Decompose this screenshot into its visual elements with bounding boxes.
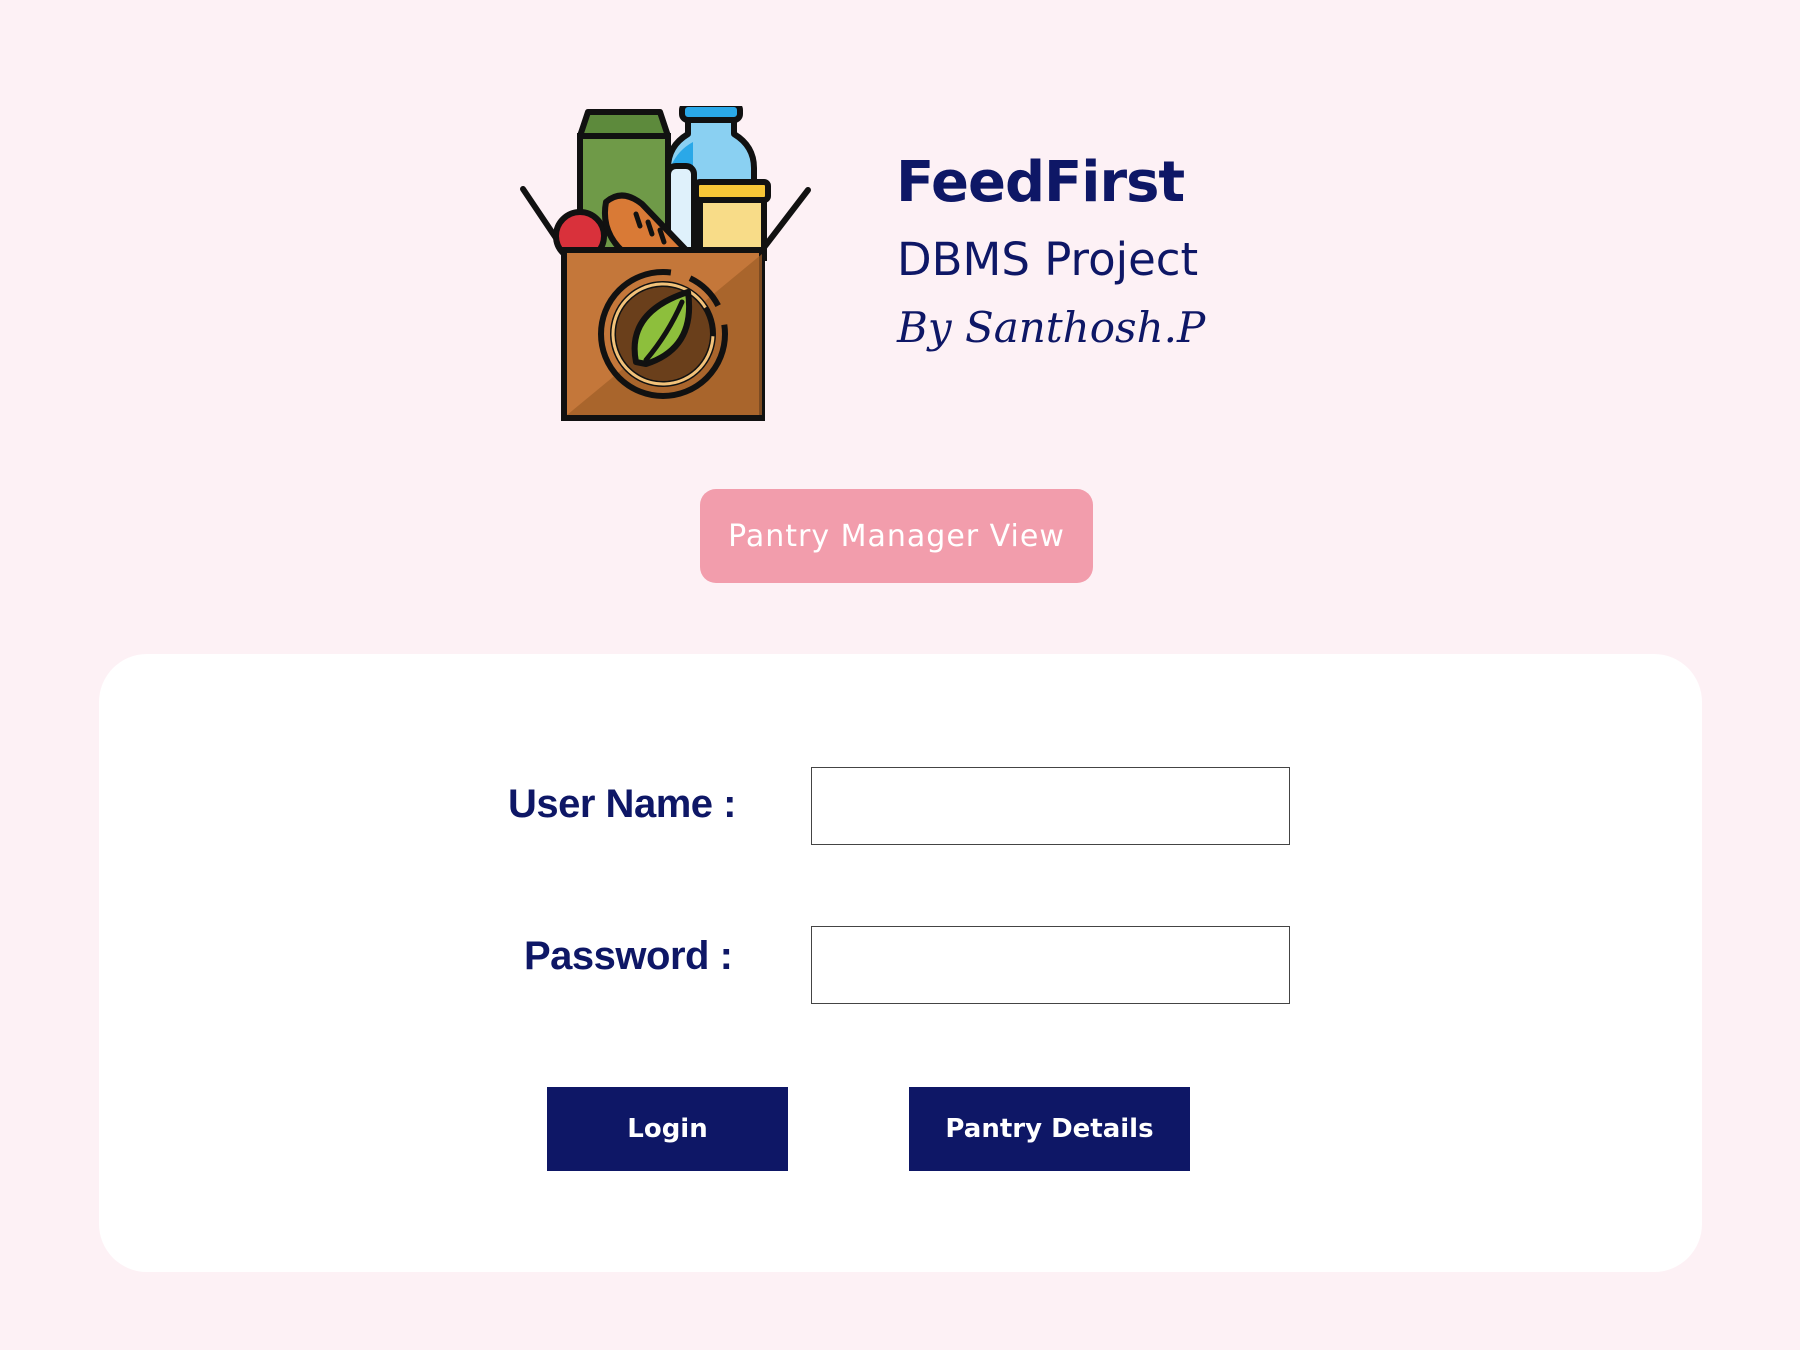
password-label: Password : [524,934,733,978]
login-button[interactable]: Login [547,1087,788,1171]
author-credit: By Santhosh.P [897,303,1206,352]
grocery-box-icon [518,101,818,424]
app-subtitle: DBMS Project [897,233,1199,286]
pantry-details-button[interactable]: Pantry Details [909,1087,1190,1171]
username-label: User Name : [508,782,736,826]
username-input[interactable] [811,767,1290,845]
login-card: User Name : Password : Login Pantry Deta… [99,654,1702,1272]
app-title: FeedFirst [896,150,1185,215]
pantry-manager-view-button[interactable]: Pantry Manager View [700,489,1093,583]
password-input[interactable] [811,926,1290,1004]
